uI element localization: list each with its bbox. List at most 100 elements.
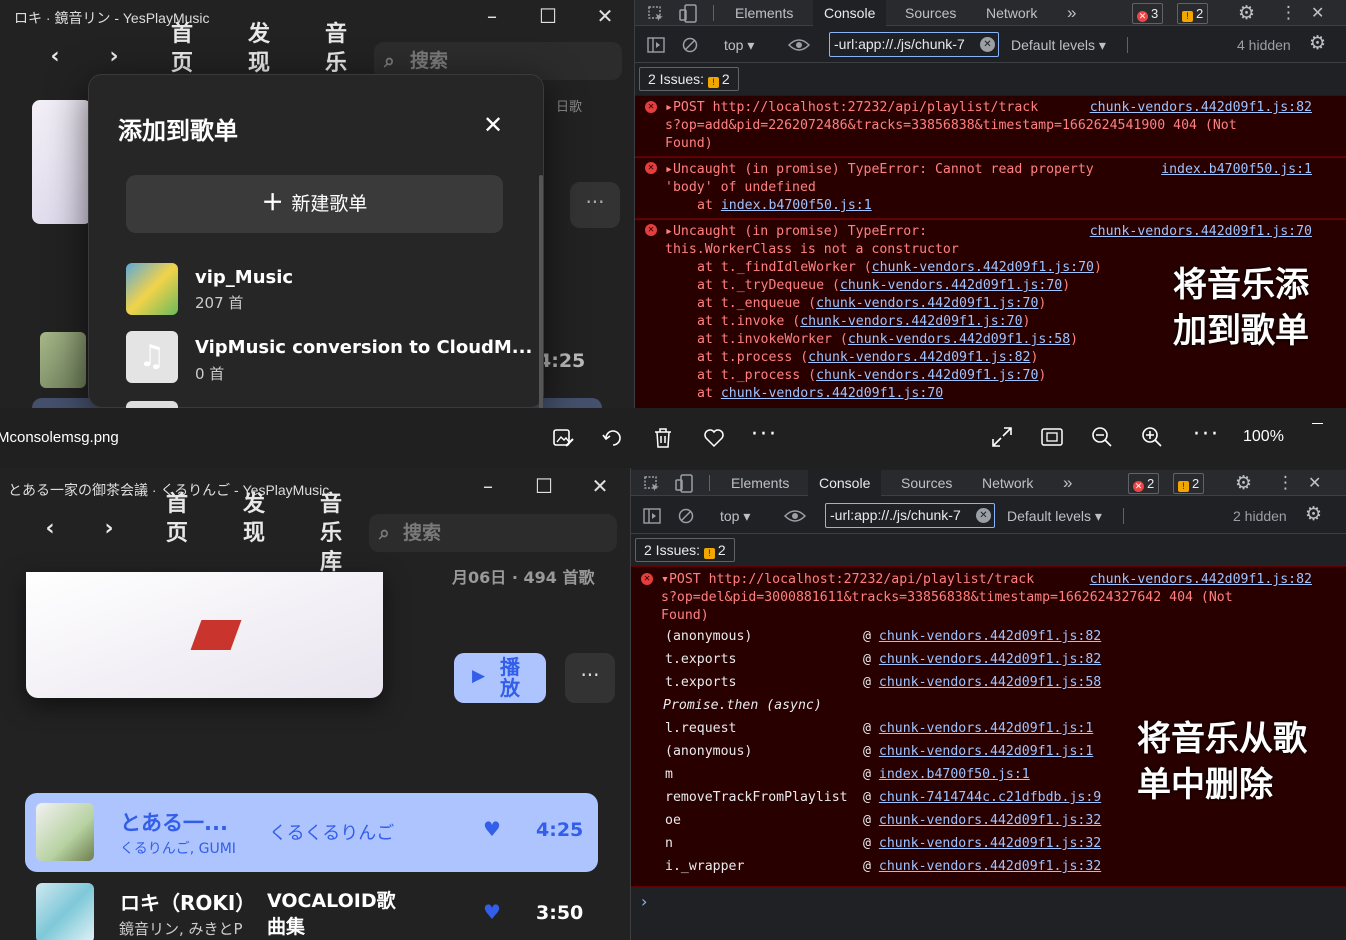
inspect-icon[interactable] — [647, 5, 665, 23]
stack-link[interactable]: chunk-vendors.442d09f1.js:70 — [800, 314, 1022, 329]
tab-sources[interactable]: Sources — [901, 470, 952, 496]
stack-link[interactable]: index.b4700f50.js:1 — [879, 767, 1030, 782]
tab-sources[interactable]: Sources — [905, 0, 956, 26]
back-button[interactable]: ‹ — [36, 516, 64, 541]
stack-link[interactable]: chunk-vendors.442d09f1.js:70 — [816, 368, 1038, 383]
warning-count-badge[interactable]: ! 2 — [1177, 3, 1209, 24]
error-line[interactable]: s?op=add&pid=2262072486&tracks=33856838&… — [665, 117, 1346, 135]
nav-discover[interactable]: 发现 — [244, 20, 274, 78]
fit-to-window-icon[interactable] — [1041, 427, 1063, 447]
error-line[interactable]: s?op=del&pid=3000881611&tracks=33856838&… — [661, 589, 1346, 607]
nav-home[interactable]: 首页 — [167, 20, 197, 78]
close-window-button[interactable]: ✕ — [593, 4, 617, 28]
context-select[interactable]: top ▾ — [724, 37, 754, 54]
expand-triangle-icon[interactable]: ▸ — [665, 162, 673, 177]
minimize-button[interactable]: – — [476, 474, 500, 498]
inspect-icon[interactable] — [643, 475, 661, 493]
stack-link[interactable]: chunk-vendors.442d09f1.js:1 — [879, 744, 1093, 759]
tab-network[interactable]: Network — [982, 470, 1033, 496]
filter-input[interactable]: -url:app://./js/chunk-7 ✕ — [829, 32, 999, 57]
fullscreen-icon[interactable] — [991, 426, 1013, 448]
stack-link[interactable]: chunk-vendors.442d09f1.js:82 — [808, 350, 1030, 365]
stack-link[interactable]: chunk-vendors.442d09f1.js:70 — [840, 278, 1062, 293]
zoom-level[interactable]: 100% — [1243, 428, 1284, 446]
stack-link[interactable]: chunk-vendors.442d09f1.js:58 — [879, 675, 1101, 690]
device-toolbar-icon[interactable] — [675, 474, 695, 493]
stack-link[interactable]: chunk-vendors.442d09f1.js:82 — [879, 629, 1101, 644]
more-button[interactable]: ··· — [570, 182, 620, 228]
nav-music[interactable]: 音乐 — [321, 20, 351, 78]
more-button[interactable]: ··· — [565, 653, 615, 703]
expand-triangle-icon[interactable]: ▸ — [665, 224, 673, 239]
stack-link[interactable]: chunk-vendors.442d09f1.js:70 — [872, 260, 1094, 275]
source-link[interactable]: chunk-vendors.442d09f1.js:82 — [1090, 99, 1312, 117]
error-line[interactable]: POST http://localhost:27232/api/playlist… — [673, 100, 1038, 115]
clear-filter-icon[interactable]: ✕ — [976, 508, 991, 523]
log-levels-select[interactable]: Default levels ▾ — [1011, 37, 1106, 54]
stack-link[interactable]: chunk-vendors.442d09f1.js:32 — [879, 836, 1101, 851]
clear-filter-icon[interactable]: ✕ — [980, 37, 995, 52]
zoom-in-icon[interactable] — [1141, 426, 1163, 448]
more-tabs-chevron-icon[interactable]: » — [1063, 470, 1072, 496]
source-link[interactable]: index.b4700f50.js:1 — [1161, 161, 1312, 179]
close-devtools-icon[interactable]: ✕ — [1308, 470, 1321, 496]
favorite-heart-icon[interactable] — [703, 428, 725, 448]
track-album[interactable]: VOCALOID歌曲集 — [267, 888, 403, 940]
dialog-scrollbar[interactable] — [539, 175, 543, 408]
more-view-options-icon[interactable]: ··· — [1193, 422, 1220, 447]
play-button[interactable]: ▶ 播放 — [454, 653, 546, 703]
more-tabs-chevron-icon[interactable]: » — [1067, 0, 1076, 26]
delete-icon[interactable] — [653, 427, 673, 449]
more-options-icon[interactable]: ··· — [751, 422, 778, 447]
collapse-triangle-icon[interactable]: ▾ — [661, 572, 669, 587]
stack-link[interactable]: chunk-vendors.442d09f1.js:70 — [721, 386, 943, 401]
eye-icon[interactable] — [784, 509, 806, 523]
back-button[interactable]: ‹ — [41, 44, 69, 69]
eye-icon[interactable] — [788, 38, 810, 52]
heart-icon[interactable]: ♥ — [483, 817, 501, 841]
playlist-item[interactable]: ♫ VipMusic conversion to CloudM... 0 首 — [126, 331, 532, 385]
console-settings-gear-icon[interactable]: ⚙ — [1305, 503, 1322, 525]
forward-button[interactable]: › — [100, 44, 128, 69]
expand-triangle-icon[interactable]: ▸ — [665, 100, 673, 115]
hidden-count[interactable]: 4 hidden — [1237, 37, 1291, 53]
error-line[interactable]: POST http://localhost:27232/api/playlist… — [669, 572, 1034, 587]
clear-console-icon[interactable] — [678, 508, 694, 524]
console-prompt-icon[interactable]: › — [641, 892, 647, 911]
track-row[interactable]: とある一... くるりんご, GUMI くるくるりんご ♥ 4:25 — [25, 793, 598, 872]
stack-link[interactable]: chunk-7414744c.c21dfbdb.js:9 — [879, 790, 1101, 805]
search-input[interactable]: ⌕ 搜索 — [369, 514, 617, 552]
close-window-button[interactable]: ✕ — [588, 474, 612, 498]
minimize-button[interactable]: – — [480, 4, 504, 28]
settings-gear-icon[interactable]: ⚙ — [1238, 0, 1255, 26]
issues-button[interactable]: 2 Issues: ! 2 — [635, 538, 735, 562]
stack-link[interactable]: chunk-vendors.442d09f1.js:70 — [816, 296, 1038, 311]
new-playlist-button[interactable]: ＋ 新建歌单 — [126, 175, 503, 233]
track-row[interactable]: ロキ（ROKI） 鏡音リン, みきとP VOCALOID歌曲集 ♥ 3:50 — [25, 878, 598, 940]
tab-elements[interactable]: Elements — [731, 470, 789, 496]
stack-link[interactable]: chunk-vendors.442d09f1.js:32 — [879, 859, 1101, 874]
close-dialog-button[interactable]: ✕ — [483, 111, 503, 139]
stack-link[interactable]: chunk-vendors.442d09f1.js:32 — [879, 813, 1101, 828]
track-album[interactable]: くるくるりんご — [269, 819, 394, 845]
kebab-menu-icon[interactable]: ⋮ — [1280, 0, 1297, 26]
settings-gear-icon[interactable]: ⚙ — [1235, 470, 1252, 496]
close-devtools-icon[interactable]: ✕ — [1311, 0, 1324, 26]
tab-console[interactable]: Console — [808, 470, 882, 496]
clear-console-icon[interactable] — [682, 37, 698, 53]
sidebar-toggle-icon[interactable] — [643, 508, 661, 524]
nav-home[interactable]: 首页 — [162, 490, 192, 548]
tab-network[interactable]: Network — [986, 0, 1037, 26]
edit-image-icon[interactable] — [552, 427, 574, 449]
maximize-button[interactable]: ☐ — [536, 4, 560, 28]
stack-link[interactable]: index.b4700f50.js:1 — [721, 198, 872, 213]
source-link[interactable]: chunk-vendors.442d09f1.js:70 — [1090, 223, 1312, 241]
console-settings-gear-icon[interactable]: ⚙ — [1309, 32, 1326, 54]
forward-button[interactable]: › — [95, 516, 123, 541]
maximize-button[interactable]: ☐ — [532, 474, 556, 498]
filter-input[interactable]: -url:app://./js/chunk-7 ✕ — [825, 503, 995, 528]
track-artists[interactable]: 鏡音リン, みきとP — [119, 918, 243, 939]
stack-link[interactable]: chunk-vendors.442d09f1.js:58 — [848, 332, 1070, 347]
track-artists[interactable]: くるりんご, GUMI — [120, 838, 236, 858]
issues-button[interactable]: 2 Issues: ! 2 — [639, 67, 739, 91]
